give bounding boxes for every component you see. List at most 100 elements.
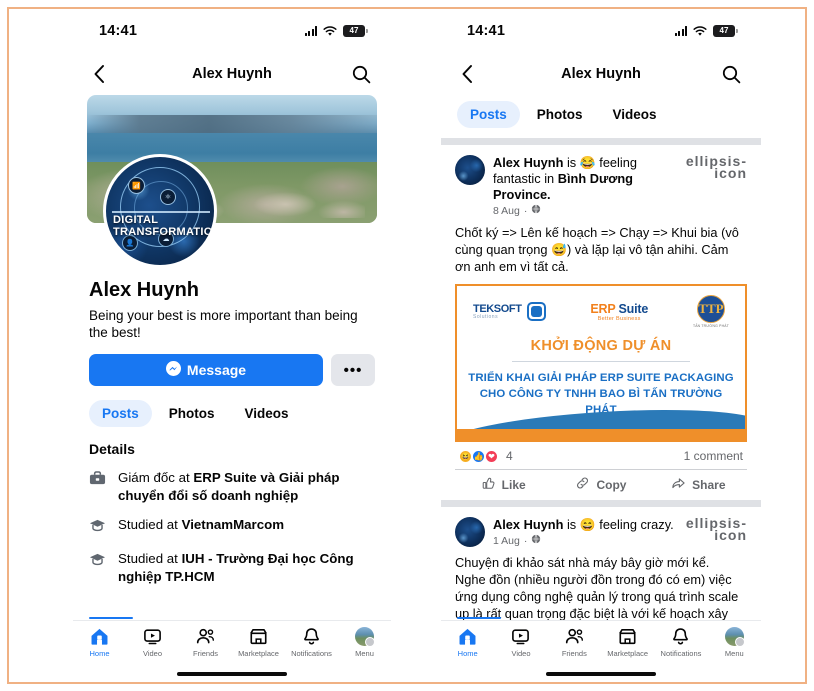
globe-icon bbox=[531, 534, 541, 547]
tabbar-item-marketplace[interactable]: Marketplace bbox=[232, 627, 285, 658]
detail-row-work[interactable]: Giám đốc at ERP Suite và Giải pháp chuyể… bbox=[89, 469, 375, 504]
tab-videos-right[interactable]: Videos bbox=[600, 101, 670, 128]
profile-more-button[interactable]: ••• bbox=[331, 354, 375, 386]
tabbar-item-friends[interactable]: Friends bbox=[179, 627, 232, 658]
back-button[interactable] bbox=[461, 64, 473, 84]
tabbar-item-notifications[interactable]: Notifications bbox=[654, 627, 707, 658]
erp-tagline: Better Business bbox=[597, 315, 641, 322]
profile-avatar[interactable]: 📶 ⚛ 👤 ☁ DIGITAL TRANSFORMATIO bbox=[103, 154, 217, 268]
tab-posts-right[interactable]: Posts bbox=[457, 101, 520, 128]
banner-logos: TEKSOFT Solutions ERP Suite Better Busin… bbox=[457, 286, 745, 328]
post-body-text: Chốt ký => Lên kế hoạch => Chạy => Khui … bbox=[455, 225, 739, 274]
banner-wave-orange bbox=[457, 429, 745, 440]
avatar-node-network: ⚛ bbox=[160, 189, 176, 205]
post-author-avatar[interactable] bbox=[455, 517, 485, 547]
post-timestamp-row: 1 Aug · bbox=[493, 534, 678, 547]
tabbar-item-menu[interactable]: Menu bbox=[338, 627, 391, 658]
detail-row-education-2[interactable]: Studied at IUH - Trường Đại học Công ngh… bbox=[89, 550, 375, 585]
post-meta: Alex Huynh is 😄 feeling crazy. 1 Aug · bbox=[493, 517, 678, 547]
banner-heading: KHỞI ĐỘNG DỰ ÁN bbox=[530, 338, 672, 354]
tabbar-label-menu: Menu bbox=[355, 649, 374, 658]
status-icons-right: 47 bbox=[674, 25, 738, 37]
teksoft-logo: TEKSOFT Solutions bbox=[473, 302, 546, 321]
scroll-indicator-left bbox=[89, 617, 133, 619]
tabbar-item-video[interactable]: Video bbox=[126, 627, 179, 658]
link-icon bbox=[575, 476, 590, 493]
tabbar-item-friends[interactable]: Friends bbox=[548, 627, 601, 658]
copy-button[interactable]: Copy bbox=[552, 476, 649, 493]
post-author-name[interactable]: Alex Huynh bbox=[493, 155, 563, 170]
page-title: Alex Huynh bbox=[192, 66, 272, 82]
tab-posts[interactable]: Posts bbox=[89, 400, 152, 427]
post-author-avatar[interactable] bbox=[455, 155, 485, 185]
tabbar-item-home[interactable]: Home bbox=[73, 627, 126, 658]
detail-row-education-1[interactable]: Studied at VietnamMarcom bbox=[89, 516, 375, 538]
avatar-node-signal: 📶 bbox=[128, 177, 145, 194]
message-button[interactable]: Message bbox=[89, 354, 323, 386]
love-reaction-icon: ❤ bbox=[485, 449, 498, 463]
scroll-indicator-right bbox=[457, 617, 501, 619]
banner-divider bbox=[511, 361, 691, 362]
cellular-signal-icon bbox=[674, 26, 687, 36]
post-author-name[interactable]: Alex Huynh bbox=[493, 517, 563, 532]
profile-actions: Message ••• bbox=[89, 354, 375, 386]
bottom-tabbar-left: Home Video Friends Marketplace Notificat… bbox=[73, 620, 391, 682]
wifi-icon bbox=[323, 25, 337, 37]
tabbar-item-notifications[interactable]: Notifications bbox=[285, 627, 338, 658]
like-reaction-icon: 👍 bbox=[472, 449, 485, 463]
tabbar-label-video: Video bbox=[511, 649, 531, 658]
messenger-icon bbox=[165, 361, 181, 379]
wifi-icon bbox=[693, 25, 707, 37]
details-section: Details Giám đốc at ERP Suite và Giải ph… bbox=[73, 441, 391, 585]
profile-avatar-icon bbox=[355, 627, 375, 647]
ttp-logo: TTP TẤN TRƯỜNG PHÁT bbox=[693, 295, 729, 328]
left-phone-panel: 14:41 47 Alex Huynh 📶 ⚛ 👤 ☁ DIGITAL TRAN… bbox=[73, 9, 391, 682]
post-timestamp-row: 8 Aug · bbox=[493, 204, 678, 217]
battery-level-right: 47 bbox=[719, 26, 729, 35]
tabbar-item-video[interactable]: Video bbox=[494, 627, 547, 658]
erp-suite-logo: ERP Suite Better Business bbox=[590, 302, 648, 322]
globe-icon bbox=[531, 204, 541, 217]
like-button[interactable]: Like bbox=[455, 476, 552, 493]
cellular-signal-icon bbox=[304, 26, 317, 36]
status-bar-right: 14:41 47 bbox=[441, 9, 761, 53]
tabbar-item-marketplace[interactable]: Marketplace bbox=[601, 627, 654, 658]
tab-photos-right[interactable]: Photos bbox=[524, 101, 596, 128]
reaction-icons[interactable]: 😆 👍 ❤ 4 bbox=[459, 449, 513, 463]
copy-label: Copy bbox=[596, 477, 627, 492]
profile-avatar-icon bbox=[724, 627, 745, 647]
post-author-line: Alex Huynh is 😂 feeling fantastic in Bìn… bbox=[493, 155, 637, 202]
post-menu-button[interactable]: ellipsis-icon bbox=[686, 516, 747, 542]
detail-text-education-2: Studied at IUH - Trường Đại học Công ngh… bbox=[118, 551, 354, 584]
post-menu-button[interactable]: ellipsis-icon bbox=[686, 154, 747, 180]
share-button[interactable]: Share bbox=[650, 476, 747, 493]
comment-count[interactable]: 1 comment bbox=[684, 449, 743, 463]
thumbs-up-icon bbox=[482, 476, 496, 493]
search-icon[interactable] bbox=[722, 65, 741, 84]
post-image-banner[interactable]: TEKSOFT Solutions ERP Suite Better Busin… bbox=[455, 284, 747, 442]
tabbar-label-friends: Friends bbox=[561, 649, 587, 658]
status-icons: 47 bbox=[304, 25, 368, 37]
right-phone-panel: 14:41 47 Alex Huynh Posts Photos Videos … bbox=[441, 9, 761, 682]
like-label: Like bbox=[501, 477, 526, 492]
erp-blue: Suite bbox=[615, 301, 649, 316]
tab-videos[interactable]: Videos bbox=[232, 400, 302, 427]
share-label: Share bbox=[692, 477, 726, 492]
tab-photos[interactable]: Photos bbox=[156, 400, 228, 427]
battery-icon: 47 bbox=[713, 25, 738, 37]
tabbar-label-marketplace: Marketplace bbox=[238, 649, 279, 658]
reaction-count: 4 bbox=[506, 449, 513, 463]
feeling-emoji: 😂 bbox=[579, 155, 596, 170]
ttp-mark: TTP bbox=[696, 295, 725, 323]
tabbar-item-home[interactable]: Home bbox=[441, 627, 494, 658]
back-button[interactable] bbox=[93, 64, 105, 84]
status-time: 14:41 bbox=[99, 23, 138, 39]
profile-bio: Being your best is more important than b… bbox=[89, 308, 358, 340]
page-title-right: Alex Huynh bbox=[561, 66, 641, 82]
search-icon[interactable] bbox=[352, 65, 371, 84]
post-date: 1 Aug bbox=[493, 534, 520, 547]
tabbar-item-menu[interactable]: Menu bbox=[708, 627, 761, 658]
tabbar-label-notifications: Notifications bbox=[660, 649, 702, 658]
graduation-cap-icon bbox=[89, 516, 107, 538]
feed-separator bbox=[441, 138, 761, 145]
